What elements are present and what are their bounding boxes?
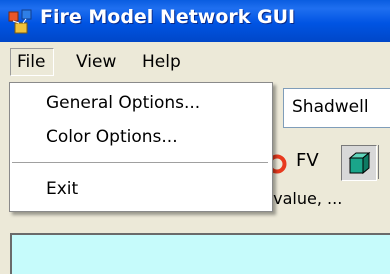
menu-view[interactable]: View [76,52,116,72]
menu-bar: File View Help [0,42,390,80]
menu-item-color-options[interactable]: Color Options... [46,127,178,147]
toolbar-button-partial[interactable] [378,145,390,179]
model-select[interactable]: Shadwell [283,88,390,128]
3d-view-button[interactable] [341,145,377,181]
title-bar[interactable]: Fire Model Network GUI [0,0,390,42]
menu-item-general-options[interactable]: General Options... [46,93,200,113]
menu-item-exit[interactable]: Exit [46,179,78,199]
menu-file[interactable]: File [10,48,55,76]
fv-label[interactable]: FV [296,150,319,171]
cube-icon [348,151,371,175]
file-menu-dropdown: General Options... Color Options... Exit [9,82,273,212]
model-select-value: Shadwell [292,97,369,117]
menu-help[interactable]: Help [142,52,181,72]
menu-separator [12,162,268,163]
window-title: Fire Model Network GUI [40,6,296,28]
app-icon [8,9,32,34]
model-canvas[interactable] [10,233,390,274]
